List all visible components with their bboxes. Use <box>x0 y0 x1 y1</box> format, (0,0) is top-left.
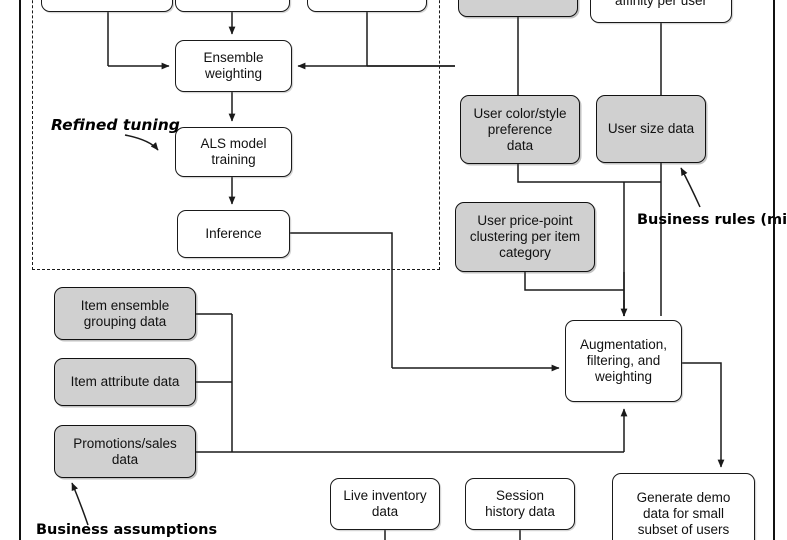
node-label-line-1: Promotions/sales <box>73 435 177 451</box>
node-label-line-1: Session <box>495 488 544 503</box>
node-label-line-1: User price-point <box>477 213 573 228</box>
node-ensemble-weighting[interactable]: Ensemble weighting <box>175 40 292 92</box>
node-augmentation-filtering-weighting[interactable]: Augmentation, filtering, and weighting <box>565 320 682 402</box>
node-session-history-data[interactable]: Session history data <box>465 478 575 530</box>
node-label-line-1: Live inventory <box>343 488 427 503</box>
node-user-price-point-clustering[interactable]: User price-point clustering per item cat… <box>455 202 595 272</box>
node-label-line-2: grouping data <box>83 313 167 329</box>
edge-pricepoint-merge <box>524 272 624 291</box>
edge-usercolor-merge <box>517 164 661 183</box>
page-left-rule <box>19 0 21 540</box>
node-purchase-history-data[interactable]: history data <box>41 0 173 12</box>
node-label-line-2: filtering, and <box>586 353 661 368</box>
node-label-line-3: subset of users <box>637 522 730 537</box>
node-promotions-sales-data[interactable]: Promotions/sales data <box>54 425 196 478</box>
node-label-line-2: data <box>111 451 139 467</box>
node-label-line-1: ALS model <box>200 136 267 151</box>
node-label-line-2: preference <box>487 121 553 137</box>
node-label-line-2: weighting <box>204 66 263 81</box>
node-clustering[interactable]: clustering <box>458 0 578 17</box>
node-label-line-1: Generate demo <box>636 490 731 505</box>
node-generate-demo-data[interactable]: Generate demo data for small subset of u… <box>612 473 755 540</box>
node-item-attribute-data[interactable]: Item attribute data <box>54 358 196 406</box>
edge-business-assumptions-pointer <box>71 482 89 526</box>
node-label-line-1: User color/style <box>473 105 567 121</box>
annotation-label: Business assumptions <box>36 522 218 538</box>
node-label-line-1: Item ensemble <box>80 297 170 313</box>
node-label-line-1: Augmentation, <box>579 337 668 352</box>
annotation-business-assumptions: Business assumptions <box>36 522 217 539</box>
node-label-line-3: data <box>506 137 534 153</box>
edge-aug-to-generate-demo <box>682 362 725 468</box>
diagram-canvas: history data data data clustering keywor… <box>0 0 787 540</box>
node-keyword-affinity-per-user[interactable]: keyword affinity per user <box>590 0 732 23</box>
node-label-line-2: affinity per user <box>614 0 708 8</box>
node-top-row-mid[interactable]: data <box>175 0 290 12</box>
annotation-refined-tuning: Refined tuning <box>51 117 180 134</box>
node-label-line-2: clustering per item <box>469 229 581 244</box>
node-label-line-3: category <box>499 245 551 260</box>
node-label-line-2: history data <box>485 504 555 519</box>
annotation-business-rules: Business rules (minimize offense) <box>637 212 787 229</box>
node-label-line-2: training <box>211 152 256 167</box>
node-top-row-right[interactable]: data <box>307 0 427 12</box>
node-label-line-1: Ensemble <box>203 50 264 65</box>
node-inference[interactable]: Inference <box>177 210 290 258</box>
node-label-line-2: data <box>371 504 399 519</box>
node-label: Inference <box>205 226 262 241</box>
annotation-label: Refined tuning <box>51 116 180 134</box>
node-label-line-2: data for small <box>642 506 725 521</box>
node-user-color-style-preference-data[interactable]: User color/style preference data <box>460 95 580 164</box>
node-label: User size data <box>607 121 695 136</box>
node-item-ensemble-grouping-data[interactable]: Item ensemble grouping data <box>54 287 196 340</box>
page-right-rule <box>773 0 775 540</box>
node-label-line-3: weighting <box>594 369 653 384</box>
annotation-label-line-1: Business rules <box>637 212 756 228</box>
node-live-inventory-data[interactable]: Live inventory data <box>330 478 440 530</box>
node-als-model-training[interactable]: ALS model training <box>175 127 292 177</box>
node-user-size-data[interactable]: User size data <box>596 95 706 163</box>
edge-business-rules-pointer <box>680 167 701 208</box>
node-label: Item attribute data <box>70 374 180 389</box>
